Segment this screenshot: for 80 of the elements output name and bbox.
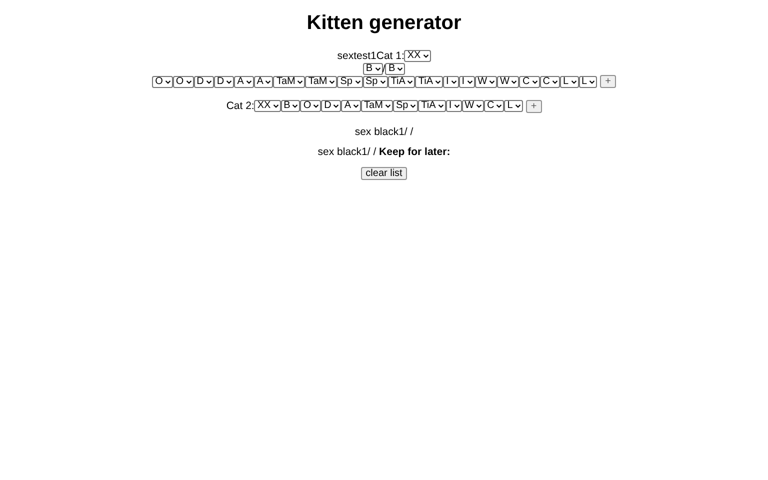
dropdown[interactable]: W xyxy=(462,100,484,112)
dropdown[interactable]: Sp xyxy=(392,100,418,112)
chevron-icon xyxy=(380,80,386,84)
dropdown[interactable]: A xyxy=(234,76,254,88)
chevron-icon xyxy=(410,104,416,108)
chevron-icon xyxy=(514,104,521,108)
chevron-icon xyxy=(552,80,558,84)
sex-text: sextest1 xyxy=(337,50,376,62)
chevron-icon xyxy=(438,104,444,108)
chevron-icon xyxy=(313,104,320,108)
dropdown[interactable]: C xyxy=(540,76,560,88)
chevron-icon xyxy=(450,80,457,84)
dropdown[interactable]: A xyxy=(254,76,274,88)
dropdown[interactable]: L xyxy=(560,76,579,88)
chevron-icon xyxy=(489,80,496,84)
dropdown[interactable]: B xyxy=(385,62,406,74)
dropdown[interactable]: W xyxy=(497,76,520,88)
dropdown[interactable]: Sp xyxy=(362,76,388,88)
add-button[interactable]: + xyxy=(526,100,542,112)
dropdown[interactable]: C xyxy=(519,76,540,88)
dropdown[interactable]: XX xyxy=(254,100,281,112)
result-text: sex black1/ / xyxy=(354,125,414,139)
dropdown[interactable]: B xyxy=(280,100,300,112)
dropdown[interactable]: TaM xyxy=(273,76,306,88)
page-title: Kitten generator xyxy=(306,12,462,35)
dropdown[interactable]: O xyxy=(172,76,194,88)
chevron-icon xyxy=(353,104,360,108)
chevron-icon xyxy=(397,66,404,70)
result-text: sex black1/ / Keep for later: xyxy=(316,145,452,159)
dropdown[interactable]: D xyxy=(321,100,342,112)
chevron-icon xyxy=(476,104,482,108)
chevron-icon xyxy=(374,66,381,70)
dropdown[interactable]: D xyxy=(214,76,234,88)
dropdown[interactable]: I xyxy=(446,100,462,112)
dropdown[interactable]: W xyxy=(474,76,498,88)
dropdown[interactable]: I xyxy=(458,76,475,88)
chevron-icon xyxy=(164,80,171,84)
chevron-icon xyxy=(226,80,232,84)
chevron-icon xyxy=(329,80,336,84)
cat-label: Cat 2: xyxy=(226,100,254,112)
chevron-icon xyxy=(186,80,192,84)
chevron-icon xyxy=(384,104,391,108)
chevron-icon xyxy=(466,80,473,84)
chevron-icon xyxy=(407,80,414,84)
chevron-icon xyxy=(292,104,298,108)
chevron-icon xyxy=(511,80,518,84)
dropdown[interactable]: O xyxy=(152,76,173,88)
dropdown[interactable]: XX xyxy=(404,50,431,62)
chevron-icon xyxy=(297,80,304,84)
chevron-icon xyxy=(589,80,596,84)
chevron-icon xyxy=(206,80,212,84)
dropdown[interactable]: TiA xyxy=(415,76,444,88)
chevron-icon xyxy=(532,80,538,84)
chevron-icon xyxy=(272,104,279,108)
dropdown[interactable]: O xyxy=(300,100,322,112)
dropdown[interactable]: TaM xyxy=(305,76,338,88)
add-button[interactable]: + xyxy=(600,75,616,88)
clear-list-button[interactable]: clear list xyxy=(360,167,408,180)
dropdown[interactable]: L xyxy=(504,100,523,112)
dropdown[interactable]: D xyxy=(194,76,214,88)
dropdown[interactable]: TiA xyxy=(418,100,446,112)
dropdown[interactable]: L xyxy=(578,76,598,88)
dropdown[interactable]: I xyxy=(443,76,459,88)
chevron-icon xyxy=(454,104,460,108)
chevron-icon xyxy=(265,80,272,84)
slash-text: / xyxy=(382,62,386,74)
chevron-icon xyxy=(354,80,360,84)
chevron-icon xyxy=(570,80,577,84)
cat-label: Cat 1: xyxy=(376,50,404,62)
dropdown[interactable]: TiA xyxy=(388,76,416,88)
dropdown[interactable]: B xyxy=(362,62,383,74)
chevron-icon xyxy=(246,80,252,84)
chevron-icon xyxy=(422,54,429,58)
dropdown[interactable]: TaM xyxy=(361,100,393,112)
chevron-icon xyxy=(435,80,442,84)
chevron-icon xyxy=(496,104,502,108)
dropdown[interactable]: C xyxy=(484,100,504,112)
dropdown[interactable]: Sp xyxy=(337,76,362,88)
dropdown[interactable]: A xyxy=(341,100,362,112)
chevron-icon xyxy=(333,104,340,108)
